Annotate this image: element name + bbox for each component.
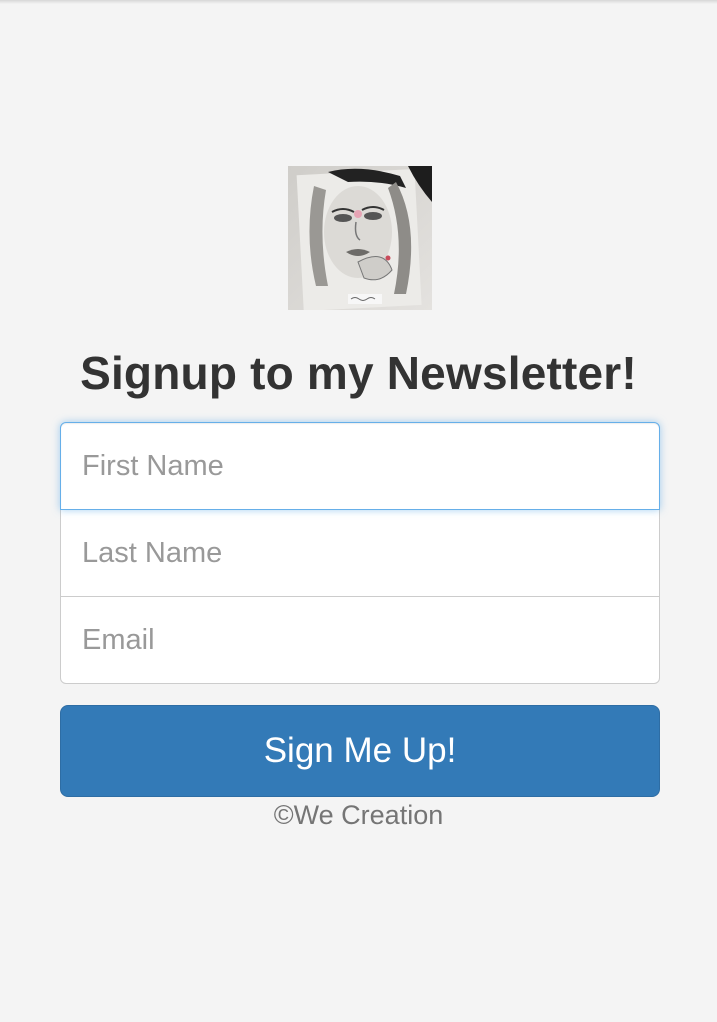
last-name-input[interactable] [60, 509, 660, 597]
newsletter-logo-image [288, 166, 432, 310]
copyright-footer: ©We Creation [273, 800, 444, 830]
sign-me-up-button[interactable]: Sign Me Up! [60, 705, 660, 797]
top-shadow [0, 0, 717, 4]
newsletter-form [60, 422, 660, 684]
first-name-input[interactable] [60, 422, 660, 510]
email-input[interactable] [60, 596, 660, 684]
page-title: Signup to my Newsletter! [80, 347, 637, 399]
